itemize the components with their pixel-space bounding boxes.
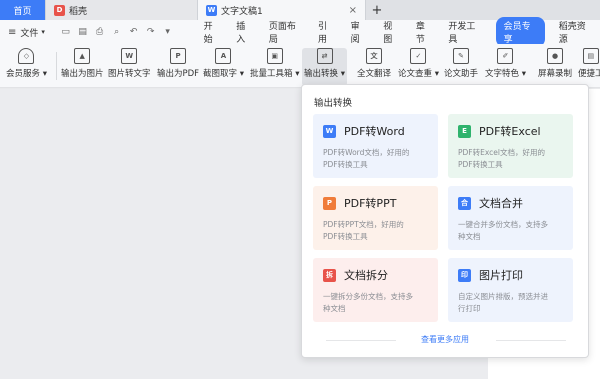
toolbox-icon: ▣ bbox=[266, 48, 283, 64]
menu-developer[interactable]: 开发工具 bbox=[440, 19, 489, 45]
docer-logo-icon: D bbox=[54, 4, 65, 16]
menu-chapter[interactable]: 章节 bbox=[408, 19, 441, 45]
menu-bar: ≡ 文件 ▾ ▭ ▤ ⎙ ⌕ ↶ ↷ ▾ 开始 插入 页面布局 引用 审阅 视图… bbox=[0, 17, 600, 47]
card-doc-split[interactable]: 拆 文档拆分 一键拆分多份文档，支持多种文档 bbox=[313, 258, 438, 322]
export-image-button[interactable]: ▲ 输出为图片 bbox=[61, 48, 104, 86]
convert-icon: ⇄ bbox=[316, 48, 333, 64]
batch-toolbox-button[interactable]: ▣ 批量工具箱 ▾ bbox=[250, 48, 299, 86]
open-icon[interactable]: ▤ bbox=[77, 27, 89, 37]
tool-label: 输出为PDF bbox=[157, 69, 200, 79]
divider bbox=[56, 52, 57, 80]
pdf-excel-icon: E bbox=[458, 124, 471, 138]
export-pdf-button[interactable]: P 输出为PDF bbox=[157, 48, 199, 86]
tools-icon: ▤ bbox=[582, 48, 599, 64]
image-to-text-button[interactable]: W 图片转文字 bbox=[108, 48, 151, 86]
card-description: PDF转PPT文档，好用的PDF转换工具 bbox=[323, 220, 404, 241]
menu-insert[interactable]: 插入 bbox=[228, 19, 261, 45]
tab-document-label: 文字文稿1 bbox=[221, 6, 263, 17]
convenient-tools-button[interactable]: ▤ 便捷工 bbox=[578, 48, 600, 86]
paper-check-button[interactable]: ✓ 论文查重 ▾ bbox=[398, 48, 439, 86]
image-icon: ▲ bbox=[74, 48, 91, 64]
tool-label: 屏幕录制 bbox=[538, 69, 573, 79]
merge-icon: 合 bbox=[458, 196, 471, 210]
card-title: 图片打印 bbox=[479, 269, 523, 282]
card-title: 文档合并 bbox=[479, 197, 523, 210]
tool-label: 批量工具箱 ▾ bbox=[250, 69, 300, 79]
ribbon-toolbar: ◇ 会员服务 ▾ ▲ 输出为图片 W 图片转文字 P 输出为PDF A 截图取字… bbox=[0, 44, 600, 88]
tool-label: 论文助手 bbox=[444, 69, 479, 79]
diamond-icon: ◇ bbox=[18, 48, 35, 64]
export-convert-button[interactable]: ⇄ 输出转换 ▾ bbox=[302, 48, 347, 86]
member-service-button[interactable]: ◇ 会员服务 ▾ bbox=[6, 48, 47, 86]
card-description: 一键拆分多份文档，支持多种文档 bbox=[323, 292, 413, 313]
pdf-word-icon: W bbox=[323, 124, 336, 138]
print-icon[interactable]: ⎙ bbox=[94, 27, 106, 37]
tool-label: 论文查重 ▾ bbox=[398, 69, 439, 79]
text-feature-icon: ✐ bbox=[497, 48, 514, 64]
menu-page-layout[interactable]: 页面布局 bbox=[261, 19, 310, 45]
tool-label: 图片转文字 bbox=[108, 69, 151, 79]
screen-record-button[interactable]: ● 屏幕录制 bbox=[538, 48, 572, 86]
tool-label: 文字特色 ▾ bbox=[485, 69, 526, 79]
card-pdf-to-excel[interactable]: E PDF转Excel PDF转Excel文档，好用的PDF转换工具 bbox=[448, 114, 573, 178]
menu-start[interactable]: 开始 bbox=[196, 19, 229, 45]
chevron-down-icon: ▾ bbox=[41, 28, 45, 36]
card-pdf-to-ppt[interactable]: P PDF转PPT PDF转PPT文档，好用的PDF转换工具 bbox=[313, 186, 438, 250]
tab-docer[interactable]: D 稻壳 bbox=[46, 0, 198, 20]
screenshot-icon: A bbox=[215, 48, 232, 64]
card-description: 自定义图片排版，预选并进行打印 bbox=[458, 292, 548, 313]
menu-member[interactable]: 会员专享 bbox=[495, 17, 545, 47]
card-description: 一键合并多份文档，支持多种文档 bbox=[458, 220, 548, 241]
full-translate-button[interactable]: 文 全文翻译 bbox=[357, 48, 391, 86]
card-title: PDF转PPT bbox=[344, 197, 397, 210]
screenshot-ocr-button[interactable]: A 截图取字 ▾ bbox=[203, 48, 244, 86]
customize-icon[interactable]: ▾ bbox=[162, 27, 174, 37]
export-convert-dropdown: 输出转换 W PDF转Word PDF转Word文档，好用的PDF转换工具 E … bbox=[301, 84, 589, 358]
card-title: PDF转Excel bbox=[479, 125, 541, 138]
tool-label: 会员服务 ▾ bbox=[6, 69, 47, 79]
preview-icon[interactable]: ⌕ bbox=[111, 27, 123, 37]
tool-label: 输出转换 ▾ bbox=[304, 69, 345, 79]
panel-title: 输出转换 bbox=[314, 98, 353, 109]
card-image-print[interactable]: 印 图片打印 自定义图片排版，预选并进行打印 bbox=[448, 258, 573, 322]
redo-icon[interactable]: ↷ bbox=[145, 27, 157, 37]
printer-icon: 印 bbox=[458, 268, 471, 282]
pdf-ppt-icon: P bbox=[323, 196, 336, 210]
undo-icon[interactable]: ↶ bbox=[128, 27, 140, 37]
card-pdf-to-word[interactable]: W PDF转Word PDF转Word文档，好用的PDF转换工具 bbox=[313, 114, 438, 178]
pen-icon: ✎ bbox=[453, 48, 469, 64]
paper-assistant-button[interactable]: ✎ 论文助手 bbox=[444, 48, 478, 86]
menu-review[interactable]: 审阅 bbox=[343, 19, 376, 45]
card-description: PDF转Excel文档，好用的PDF转换工具 bbox=[458, 148, 545, 169]
text-features-button[interactable]: ✐ 文字特色 ▾ bbox=[485, 48, 526, 86]
tool-label: 截图取字 ▾ bbox=[203, 69, 244, 79]
menu-references[interactable]: 引用 bbox=[310, 19, 343, 45]
card-title: PDF转Word bbox=[344, 125, 405, 138]
menu-tabs: 开始 插入 页面布局 引用 审阅 视图 章节 开发工具 会员专享 稻壳资源 bbox=[196, 17, 600, 47]
quick-access-toolbar: ▭ ▤ ⎙ ⌕ ↶ ↷ ▾ bbox=[60, 27, 174, 37]
card-title: 文档拆分 bbox=[344, 269, 388, 282]
word-doc-icon: W bbox=[206, 4, 217, 16]
image-text-icon: W bbox=[121, 48, 138, 64]
hamburger-icon: ≡ bbox=[8, 26, 17, 38]
view-more-apps-link[interactable]: 查看更多应用 bbox=[302, 334, 588, 345]
pdf-icon: P bbox=[170, 48, 187, 64]
tool-label: 全文翻译 bbox=[357, 69, 392, 79]
tab-home[interactable]: 首页 bbox=[0, 0, 46, 20]
save-icon[interactable]: ▭ bbox=[60, 27, 72, 37]
tool-label: 便捷工 bbox=[578, 69, 600, 79]
tab-docer-label: 稻壳 bbox=[69, 6, 88, 17]
split-icon: 拆 bbox=[323, 268, 336, 282]
file-menu-label: 文件 bbox=[20, 28, 39, 39]
tool-label: 输出为图片 bbox=[61, 69, 104, 79]
menu-docer-resources[interactable]: 稻壳资源 bbox=[551, 19, 600, 45]
close-tab-icon[interactable]: × bbox=[349, 5, 357, 16]
card-doc-merge[interactable]: 合 文档合并 一键合并多份文档，支持多种文档 bbox=[448, 186, 573, 250]
file-menu[interactable]: ≡ 文件 ▾ bbox=[0, 26, 56, 39]
card-description: PDF转Word文档，好用的PDF转换工具 bbox=[323, 148, 410, 169]
menu-view[interactable]: 视图 bbox=[375, 19, 408, 45]
check-icon: ✓ bbox=[410, 48, 427, 64]
translate-icon: 文 bbox=[366, 48, 382, 64]
record-icon: ● bbox=[547, 48, 563, 64]
